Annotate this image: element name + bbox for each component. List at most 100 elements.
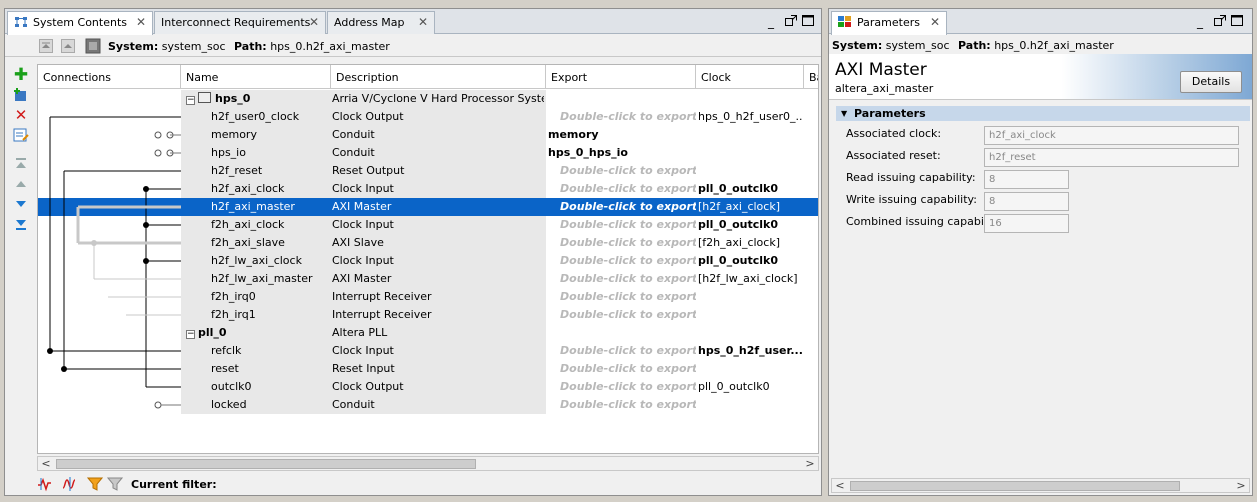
- move-to-bottom-icon[interactable]: [13, 217, 29, 233]
- clock-cell[interactable]: pll_0_outclk0: [698, 378, 802, 396]
- export-cell[interactable]: Double-click to export: [548, 162, 696, 180]
- minimize-icon[interactable]: _: [1197, 15, 1203, 29]
- clock-cell[interactable]: hps_0_h2f_user0_...: [698, 108, 802, 126]
- clock-cell[interactable]: pll_0_outclk0: [698, 216, 802, 234]
- name-cell[interactable]: locked: [211, 396, 331, 414]
- restore-icon[interactable]: [1214, 15, 1226, 29]
- collapse-toggle-icon[interactable]: −: [186, 96, 195, 105]
- clock-cell[interactable]: [698, 306, 802, 324]
- minimize-icon[interactable]: _: [768, 15, 774, 29]
- column-header-base[interactable]: Ba: [804, 65, 818, 89]
- scroll-right-icon[interactable]: >: [803, 457, 817, 470]
- name-cell[interactable]: f2h_axi_slave: [211, 234, 331, 252]
- restore-icon[interactable]: [785, 15, 797, 29]
- parameter-field[interactable]: h2f_reset: [984, 148, 1239, 167]
- name-cell[interactable]: h2f_reset: [211, 162, 331, 180]
- column-header-name[interactable]: Name: [181, 65, 331, 89]
- name-cell[interactable]: h2f_axi_clock: [211, 180, 331, 198]
- clock-cell[interactable]: [698, 126, 802, 144]
- connection-dot[interactable]: [143, 186, 149, 192]
- connection-port[interactable]: [154, 401, 162, 409]
- tab-interconnect-requirements[interactable]: Interconnect Requirements ✕: [154, 11, 326, 34]
- export-cell[interactable]: [548, 90, 696, 108]
- scroll-right-icon[interactable]: >: [1234, 479, 1248, 492]
- details-button[interactable]: Details: [1180, 71, 1242, 93]
- remove-icon[interactable]: ✕: [13, 107, 29, 123]
- export-cell[interactable]: Double-click to export: [548, 306, 696, 324]
- clock-cell[interactable]: pll_0_outclk0: [698, 180, 802, 198]
- name-cell[interactable]: h2f_user0_clock: [211, 108, 331, 126]
- column-header-connections[interactable]: Connections: [38, 65, 181, 89]
- export-cell[interactable]: Double-click to export: [548, 216, 696, 234]
- name-cell[interactable]: − pll_0: [186, 324, 331, 342]
- move-up-arrow-icon[interactable]: [13, 177, 29, 193]
- clear-filter-icon[interactable]: [106, 476, 124, 495]
- connection-dot[interactable]: [47, 348, 53, 354]
- edit-icon[interactable]: [13, 127, 29, 143]
- scroll-left-icon[interactable]: <: [39, 457, 53, 470]
- column-header-clock[interactable]: Clock: [696, 65, 804, 89]
- name-cell[interactable]: − hps_0: [186, 90, 331, 108]
- show-signals-icon[interactable]: [37, 476, 57, 495]
- connection-dot[interactable]: [143, 222, 149, 228]
- maximize-icon[interactable]: [802, 15, 814, 29]
- scroll-thumb[interactable]: [850, 481, 1180, 491]
- export-cell[interactable]: Double-click to export: [548, 198, 696, 216]
- parameter-field[interactable]: 16: [984, 214, 1069, 233]
- navigate-up-icon[interactable]: [61, 39, 75, 56]
- connection-port[interactable]: [154, 149, 162, 157]
- column-header-description[interactable]: Description: [331, 65, 546, 89]
- clock-cell[interactable]: [698, 288, 802, 306]
- parameter-field[interactable]: h2f_axi_clock: [984, 126, 1239, 145]
- export-cell[interactable]: memory: [548, 126, 696, 144]
- column-header-export[interactable]: Export: [546, 65, 696, 89]
- add-component-icon[interactable]: [13, 87, 29, 103]
- name-cell[interactable]: refclk: [211, 342, 331, 360]
- connection-dot[interactable]: [143, 258, 149, 264]
- move-down-arrow-icon[interactable]: [13, 197, 29, 213]
- close-icon[interactable]: ✕: [136, 15, 146, 29]
- export-cell[interactable]: Double-click to export: [548, 360, 696, 378]
- move-up-icon[interactable]: [39, 39, 53, 56]
- tab-parameters[interactable]: Parameters ✕: [831, 11, 947, 35]
- export-cell[interactable]: [548, 324, 696, 342]
- name-cell[interactable]: h2f_lw_axi_master: [211, 270, 331, 288]
- scroll-thumb[interactable]: [56, 459, 476, 469]
- export-cell[interactable]: Double-click to export: [548, 252, 696, 270]
- horizontal-scrollbar[interactable]: < >: [37, 456, 819, 471]
- export-cell[interactable]: Double-click to export: [548, 180, 696, 198]
- export-cell[interactable]: Double-click to export: [548, 288, 696, 306]
- collapse-triangle-icon[interactable]: ▼: [841, 106, 847, 121]
- connections-graph[interactable]: [38, 89, 181, 419]
- maximize-icon[interactable]: [1231, 15, 1243, 29]
- name-cell[interactable]: h2f_axi_master: [211, 198, 331, 216]
- clock-cell[interactable]: [698, 144, 802, 162]
- name-cell[interactable]: hps_io: [211, 144, 331, 162]
- name-cell[interactable]: h2f_lw_axi_clock: [211, 252, 331, 270]
- clock-cell[interactable]: [f2h_axi_clock]: [698, 234, 802, 252]
- export-cell[interactable]: Double-click to export: [548, 234, 696, 252]
- clock-cell[interactable]: [698, 360, 802, 378]
- hierarchy-icon[interactable]: [85, 38, 101, 57]
- move-to-top-icon[interactable]: [13, 157, 29, 173]
- name-cell[interactable]: f2h_irq0: [211, 288, 331, 306]
- close-icon[interactable]: ✕: [418, 15, 428, 29]
- name-cell[interactable]: f2h_irq1: [211, 306, 331, 324]
- filter-icon[interactable]: [86, 476, 104, 495]
- parameter-field[interactable]: 8: [984, 192, 1069, 211]
- clock-cell[interactable]: [698, 324, 802, 342]
- export-cell[interactable]: Double-click to export: [548, 378, 696, 396]
- export-cell[interactable]: Double-click to export: [548, 342, 696, 360]
- close-icon[interactable]: ✕: [309, 15, 319, 29]
- add-icon[interactable]: ✚: [13, 67, 29, 84]
- export-cell[interactable]: Double-click to export: [548, 270, 696, 288]
- clock-cell[interactable]: pll_0_outclk0: [698, 252, 802, 270]
- export-cell[interactable]: Double-click to export: [548, 108, 696, 126]
- clock-cell[interactable]: [h2f_lw_axi_clock]: [698, 270, 802, 288]
- connection-port[interactable]: [154, 131, 162, 139]
- parameters-horizontal-scrollbar[interactable]: < >: [831, 478, 1250, 493]
- connection-dot[interactable]: [61, 366, 67, 372]
- parameters-section-header[interactable]: ▼ Parameters: [836, 106, 1250, 121]
- parameter-field[interactable]: 8: [984, 170, 1069, 189]
- show-interfaces-icon[interactable]: [61, 476, 81, 495]
